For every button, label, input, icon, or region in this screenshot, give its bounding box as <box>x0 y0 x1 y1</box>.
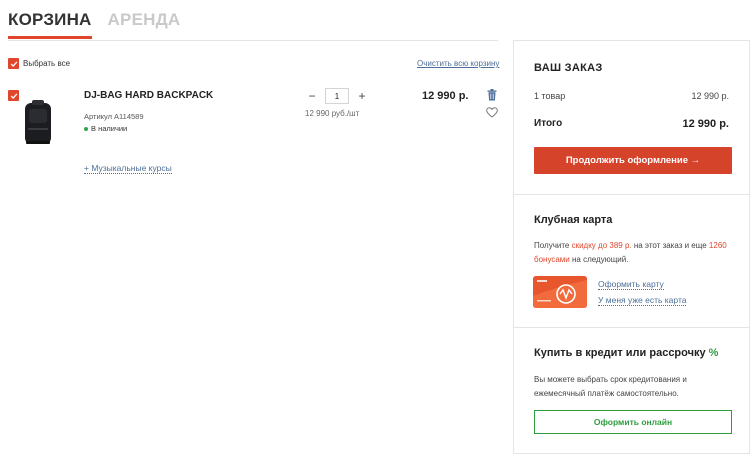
stock-label: В наличии <box>91 124 128 133</box>
check-icon <box>10 60 17 67</box>
tab-rent[interactable]: АРЕНДА <box>108 10 181 39</box>
select-all-label: Выбрать все <box>23 59 71 68</box>
credit-text: Вы можете выбрать срок кредитования и еж… <box>534 375 687 398</box>
credit-title-text: Купить в кредит или рассрочку <box>534 347 709 359</box>
club-text-prefix: Получите <box>534 241 572 250</box>
item-checkbox[interactable] <box>8 90 19 101</box>
club-text-suffix: на следующий. <box>569 255 629 264</box>
club-card-title: Клубная карта <box>534 214 613 226</box>
order-title: ВАШ ЗАКАЗ <box>534 62 603 74</box>
qty-plus-button[interactable]: + <box>355 88 369 104</box>
music-courses-link[interactable]: + Музыкальные курсы <box>84 163 172 174</box>
have-card-link[interactable]: У меня уже есть карта <box>598 295 687 306</box>
order-sidebar: ВАШ ЗАКАЗ 1 товар 12 990 р. Итого 12 990… <box>513 40 750 454</box>
apply-card-link[interactable]: Оформить карту <box>598 279 664 290</box>
product-image[interactable] <box>22 100 54 146</box>
product-title[interactable]: DJ-BAG HARD BACKPACK <box>84 90 213 101</box>
continue-checkout-button[interactable]: Продолжить оформление → <box>534 147 732 174</box>
select-all-checkbox[interactable] <box>8 58 19 69</box>
sidebar-divider <box>514 327 749 328</box>
club-discount: скидку до 389 р. <box>571 241 632 250</box>
credit-online-button[interactable]: Оформить онлайн <box>534 410 732 434</box>
tabs-divider <box>8 40 498 41</box>
stock-dot-icon <box>84 126 88 131</box>
product-stock: В наличии <box>84 124 127 133</box>
trash-icon[interactable] <box>487 89 497 101</box>
qty-minus-button[interactable]: − <box>305 88 319 104</box>
club-card-text: Получите скидку до 389 р. на этот заказ … <box>534 239 739 267</box>
order-items-sum: 12 990 р. <box>691 91 729 101</box>
total-label: Итого <box>534 118 563 129</box>
order-item-count: 1 товар <box>534 91 566 101</box>
sidebar-divider <box>514 194 749 195</box>
item-total: 12 990 р. <box>422 90 469 102</box>
tab-cart[interactable]: КОРЗИНА <box>8 10 92 39</box>
club-card-image <box>533 276 587 308</box>
qty-input[interactable]: 1 <box>325 88 349 104</box>
percent-icon: % <box>708 347 719 359</box>
heart-icon[interactable] <box>486 107 498 118</box>
club-text-middle: на этот заказ и еще <box>631 241 709 250</box>
quantity-stepper: − 1 + <box>305 88 369 104</box>
cart-tabs: КОРЗИНА АРЕНДА <box>8 10 180 39</box>
clear-cart-link[interactable]: Очистить всю корзину <box>417 59 499 68</box>
total-value: 12 990 р. <box>682 118 729 130</box>
check-icon <box>10 92 17 99</box>
unit-price: 12 990 руб./шт <box>305 109 360 118</box>
product-sku: Артикул A114589 <box>84 112 144 121</box>
credit-title: Купить в кредит или рассрочку % <box>534 347 718 359</box>
